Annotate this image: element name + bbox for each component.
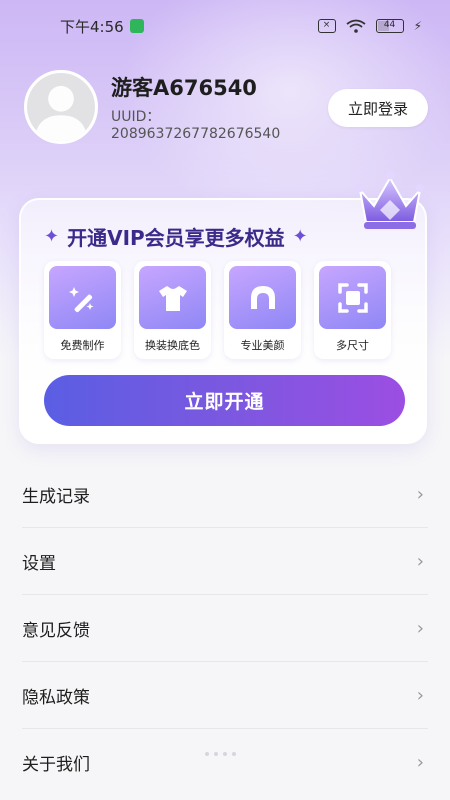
menu-item-history[interactable]: 生成记录 › — [22, 461, 428, 528]
chevron-right-icon: › — [416, 483, 424, 505]
chevron-right-icon: › — [416, 617, 424, 639]
sparkle-icon: ✦ — [292, 226, 308, 247]
face-outline-icon — [229, 266, 296, 329]
menu-item-label: 关于我们 — [22, 755, 90, 775]
menu-list: 生成记录 › 设置 › 意见反馈 › 隐私政策 › 关于我们 › — [0, 461, 450, 796]
wifi-icon — [346, 19, 366, 33]
menu-item-label: 设置 — [22, 553, 56, 574]
tshirt-icon — [139, 266, 206, 329]
feature-label: 多尺寸 — [336, 339, 369, 352]
vip-title: 开通VIP会员享更多权益 — [67, 226, 285, 250]
menu-item-feedback[interactable]: 意见反馈 › — [22, 595, 428, 662]
magic-wand-icon — [49, 266, 116, 329]
username: 游客A676540 — [111, 76, 257, 100]
login-button[interactable]: 立即登录 — [328, 89, 428, 127]
battery-level: 44 — [383, 20, 396, 30]
feature-beauty[interactable]: 专业美颜 — [224, 261, 301, 359]
sparkle-icon: ✦ — [44, 226, 60, 247]
menu-item-about[interactable]: 关于我们 › — [22, 729, 428, 796]
feature-outfit-background[interactable]: 换装换底色 — [134, 261, 211, 359]
chevron-right-icon: › — [416, 550, 424, 572]
sim-off-icon: × — [317, 19, 336, 33]
page-dot — [223, 752, 227, 756]
menu-item-label: 意见反馈 — [22, 620, 90, 641]
feature-multi-size[interactable]: 多尺寸 — [314, 261, 391, 359]
app-notification-icon — [129, 19, 144, 33]
page-dot — [232, 752, 236, 756]
page-dot — [214, 752, 218, 756]
menu-item-settings[interactable]: 设置 › — [22, 528, 428, 595]
chevron-right-icon: › — [416, 752, 424, 773]
status-right: × 44 ⚡ — [317, 19, 422, 33]
charging-icon: ⚡ — [413, 19, 422, 33]
menu-item-label: 生成记录 — [22, 486, 90, 507]
chevron-right-icon: › — [416, 684, 424, 706]
page-indicator — [205, 752, 236, 756]
status-bar: 下午4:56 × 44 ⚡ — [0, 0, 450, 52]
status-time: 下午4:56 — [60, 17, 124, 36]
feature-label: 免费制作 — [60, 339, 105, 352]
menu-item-privacy[interactable]: 隐私政策 › — [22, 662, 428, 729]
feature-label: 换装换底色 — [145, 339, 200, 352]
uuid-label: UUID： — [111, 109, 161, 125]
default-avatar-icon — [27, 73, 95, 141]
vip-title-row: ✦ 开通VIP会员享更多权益 ✦ — [44, 222, 356, 251]
open-vip-button[interactable]: 立即开通 — [44, 375, 405, 426]
crown-icon — [356, 170, 424, 229]
page-dot — [205, 752, 209, 756]
feature-free-make[interactable]: 免费制作 — [44, 261, 121, 359]
menu-item-label: 隐私政策 — [22, 687, 90, 708]
battery-icon: 44 — [375, 19, 404, 33]
crop-frame-icon — [319, 266, 386, 329]
status-left: 下午4:56 — [60, 16, 144, 37]
uuid-value: 2089637267782676540 — [111, 126, 281, 142]
avatar[interactable] — [24, 70, 98, 144]
feature-label: 专业美颜 — [240, 339, 285, 352]
